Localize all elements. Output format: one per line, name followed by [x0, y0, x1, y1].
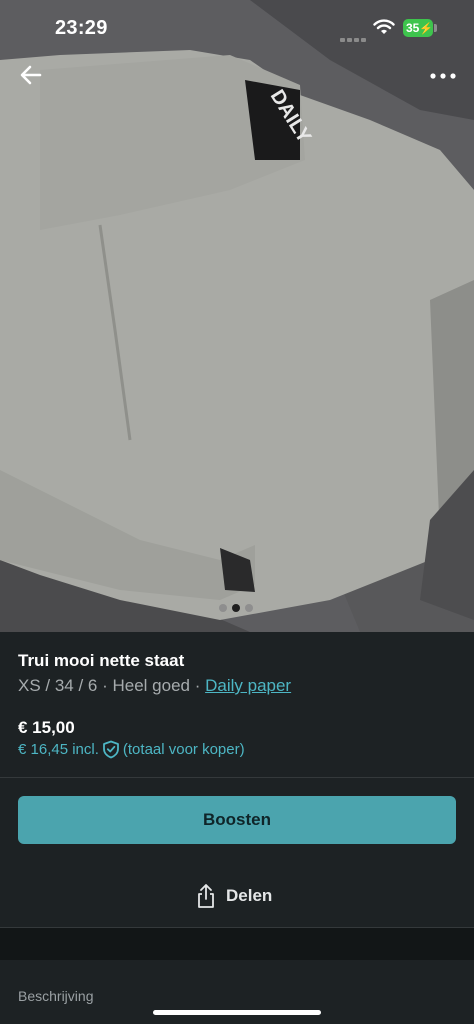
- divider: [0, 777, 474, 778]
- pagination-dot[interactable]: [219, 604, 227, 612]
- description-heading: Beschrijving: [18, 988, 94, 1004]
- battery-level: 35: [406, 21, 420, 35]
- home-indicator[interactable]: [153, 1010, 321, 1015]
- pagination-dot-active[interactable]: [232, 604, 240, 612]
- battery-indicator: 35⚡: [403, 19, 433, 37]
- buyer-total-note: (totaal voor koper): [122, 741, 245, 758]
- more-horizontal-icon: [430, 73, 456, 79]
- battery-cap: [434, 24, 437, 32]
- arrow-left-icon: [20, 65, 42, 85]
- more-options-button[interactable]: [428, 66, 458, 86]
- size-condition-text: XS / 34 / 6 · Heel goed ·: [18, 676, 206, 695]
- wifi-icon: [373, 19, 395, 34]
- price-incl-text: € 16,45 incl.: [18, 741, 99, 758]
- photo-pagination-dots: [219, 604, 253, 612]
- share-icon: [198, 884, 214, 908]
- charging-bolt-icon: ⚡: [419, 23, 434, 35]
- clock: 23:29: [55, 17, 108, 39]
- back-button[interactable]: [18, 62, 46, 88]
- boost-button-label: Boosten: [203, 810, 271, 829]
- cellular-signal-icon: [340, 29, 368, 47]
- section-separator: [0, 928, 474, 960]
- boost-button[interactable]: Boosten: [18, 796, 456, 844]
- status-bar: 23:29 35⚡: [0, 0, 474, 56]
- item-attributes: XS / 34 / 6 · Heel goed · Daily paper: [18, 676, 291, 696]
- item-title: Trui mooi nette staat: [18, 651, 185, 670]
- share-button[interactable]: Delen: [196, 880, 272, 912]
- pagination-dot[interactable]: [245, 604, 253, 612]
- sweater-photo-drawing: DAILY: [0, 0, 474, 632]
- product-photo[interactable]: DAILY 23:29 35⚡: [0, 0, 474, 632]
- item-price: € 15,00: [18, 718, 75, 737]
- price-incl-protection[interactable]: € 16,45 incl. (totaal voor koper): [18, 740, 245, 759]
- brand-link[interactable]: Daily paper: [205, 676, 291, 695]
- shield-check-icon: [102, 740, 119, 759]
- share-button-label: Delen: [226, 886, 273, 905]
